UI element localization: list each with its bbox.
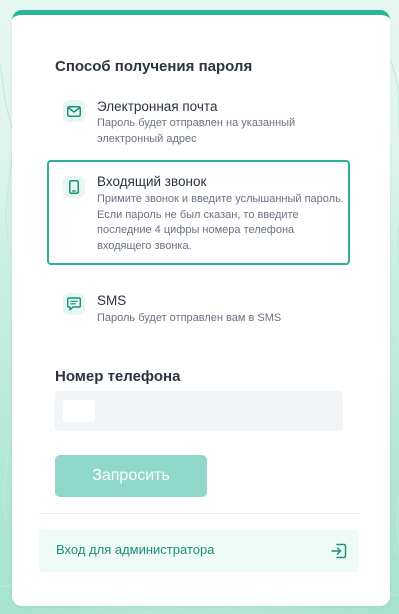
chat-icon bbox=[63, 293, 85, 315]
option-sms-title: SMS bbox=[97, 293, 127, 308]
mail-icon bbox=[63, 100, 85, 122]
admin-login-label: Вход для администратора bbox=[56, 542, 215, 557]
option-incoming-call-title: Входящий звонок bbox=[97, 174, 207, 189]
phone-number-label: Номер телефона bbox=[55, 368, 181, 385]
option-sms-description: Пароль будет отправлен вам в SMS bbox=[97, 312, 282, 324]
phone-country-prefix[interactable] bbox=[63, 400, 95, 422]
login-icon bbox=[329, 541, 349, 561]
login-card: Способ получения пароля Электронная почт… bbox=[12, 10, 390, 606]
option-email[interactable]: Электронная почта Пароль будет отправлен… bbox=[47, 90, 350, 148]
option-email-title: Электронная почта bbox=[97, 99, 218, 114]
phone-icon bbox=[63, 176, 85, 198]
phone-number-input[interactable] bbox=[55, 391, 343, 431]
admin-login-link[interactable]: Вход для администратора bbox=[39, 530, 359, 572]
delivery-method-title: Способ получения пароля bbox=[55, 58, 253, 75]
option-incoming-call[interactable]: Входящий звонок Примите звонок и введите… bbox=[47, 160, 350, 265]
option-incoming-call-description: Примите звонок и введите услышанный паро… bbox=[97, 193, 344, 252]
divider bbox=[39, 513, 359, 514]
request-password-button[interactable]: Запросить bbox=[55, 455, 207, 497]
option-email-description: Пароль будет отправлен на указанный элек… bbox=[97, 117, 296, 145]
option-sms[interactable]: SMS Пароль будет отправлен вам в SMS bbox=[47, 283, 350, 331]
